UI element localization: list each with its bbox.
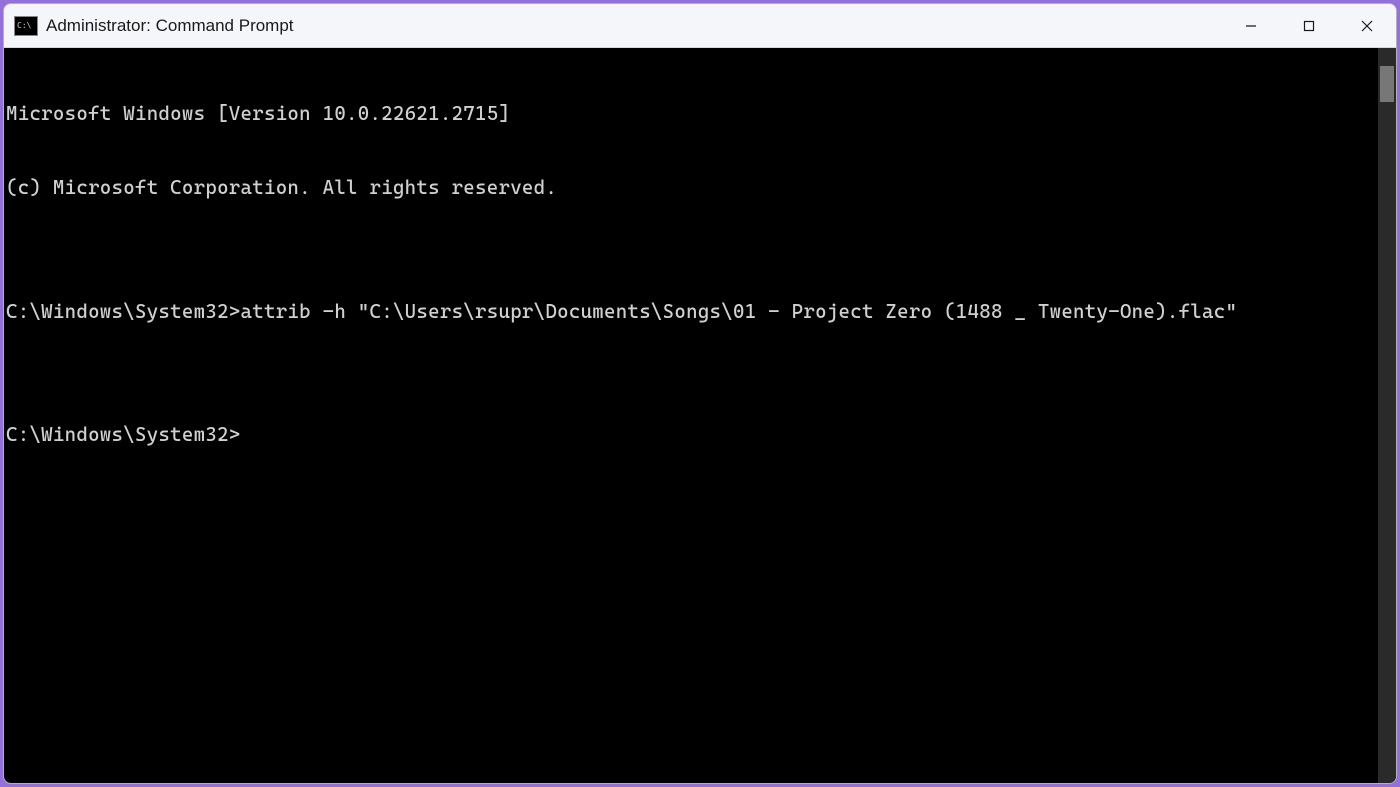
terminal-area[interactable]: Microsoft Windows [Version 10.0.22621.27… <box>4 48 1396 783</box>
terminal-prompt: C:\Windows\System32> <box>6 423 1376 448</box>
terminal-line: Microsoft Windows [Version 10.0.22621.27… <box>6 102 1376 127</box>
minimize-button[interactable] <box>1222 4 1280 47</box>
scrollbar-thumb[interactable] <box>1380 66 1394 102</box>
scrollbar-track <box>1378 48 1396 783</box>
scrollbar[interactable] <box>1378 48 1396 783</box>
cmd-icon: C:\ <box>17 22 31 30</box>
terminal-output[interactable]: Microsoft Windows [Version 10.0.22621.27… <box>4 48 1378 783</box>
terminal-line: C:\Windows\System32>attrib -h "C:\Users\… <box>6 300 1376 325</box>
app-icon: C:\ <box>14 16 38 36</box>
window-title: Administrator: Command Prompt <box>46 16 1222 36</box>
maximize-button[interactable] <box>1280 4 1338 47</box>
maximize-icon <box>1303 20 1315 32</box>
command-prompt-window: C:\ Administrator: Command Prompt Micros… <box>3 3 1397 784</box>
titlebar[interactable]: C:\ Administrator: Command Prompt <box>4 4 1396 48</box>
window-controls <box>1222 4 1396 47</box>
minimize-icon <box>1245 20 1257 32</box>
terminal-line: (c) Microsoft Corporation. All rights re… <box>6 176 1376 201</box>
close-button[interactable] <box>1338 4 1396 47</box>
close-icon <box>1361 20 1373 32</box>
